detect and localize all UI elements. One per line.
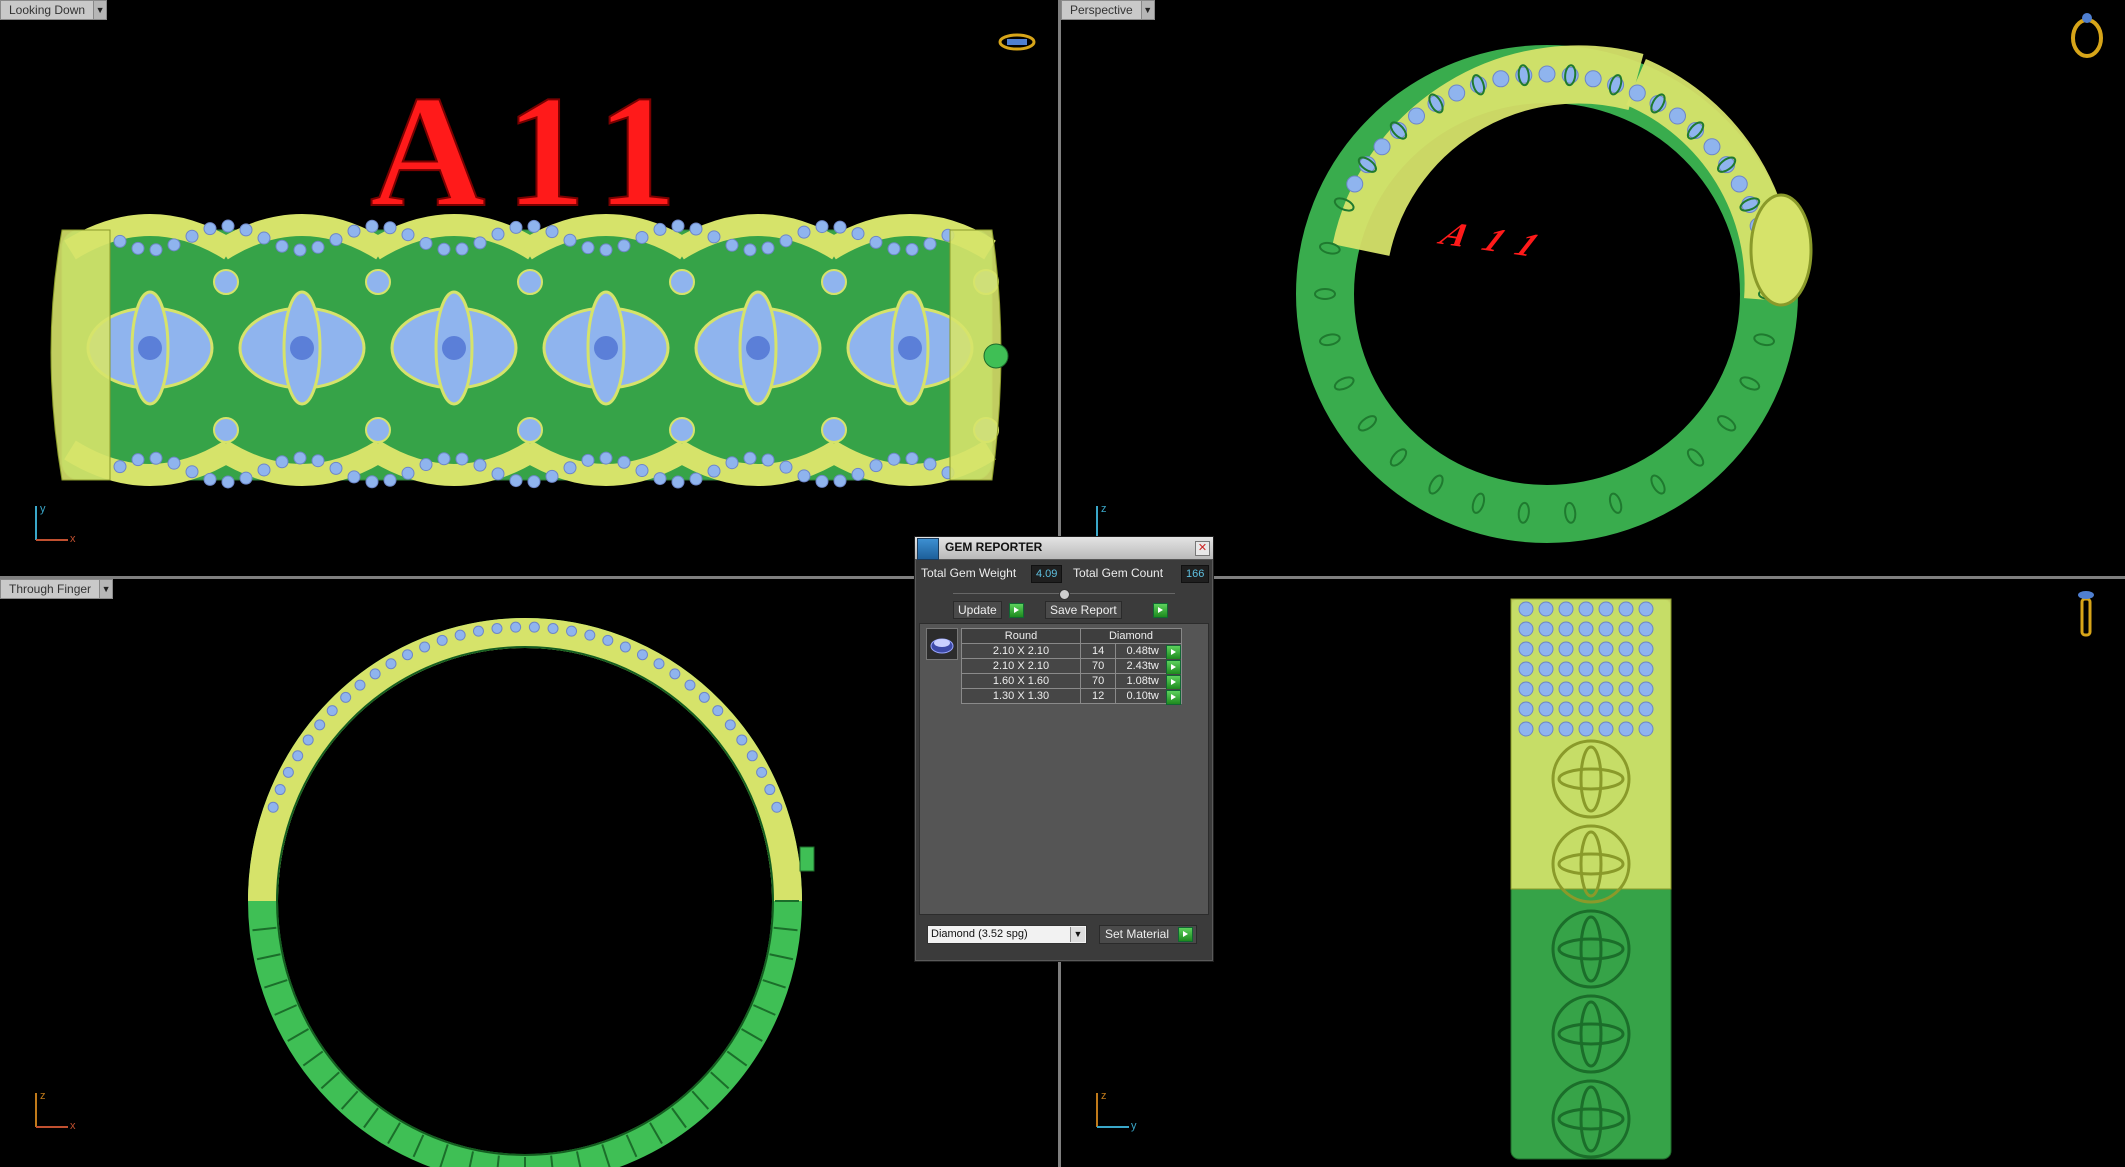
chevron-down-icon[interactable]: ▼: [99, 580, 113, 598]
axis-gizmo: z x: [35, 1090, 76, 1132]
save-report-go-icon[interactable]: [1153, 603, 1168, 618]
set-material-button[interactable]: Set Material: [1099, 925, 1198, 944]
total-count-label: Total Gem Count: [1073, 566, 1164, 580]
gem-list[interactable]: Round Diamond 2.10 X 2.10 14 0.48tw 2.10…: [919, 623, 1209, 915]
ring-side-view: z y: [1096, 598, 1672, 1160]
chevron-down-icon[interactable]: ▼: [1070, 927, 1085, 942]
column-header-shape[interactable]: Round: [961, 628, 1081, 644]
ring-perspective-icon[interactable]: [2067, 8, 2107, 60]
ring-front-view: z x: [35, 618, 815, 1167]
engraved-text: A11: [370, 62, 697, 240]
axis-gizmo: z y: [1096, 1090, 1137, 1132]
svg-text:y: y: [1131, 1120, 1137, 1132]
set-material-go-icon[interactable]: [1178, 927, 1194, 943]
viewport-through-finger[interactable]: z x Through Finger ▼: [0, 579, 1058, 1167]
viewport-label-perspective[interactable]: Perspective ▼: [1061, 0, 1155, 20]
svg-text:x: x: [70, 533, 76, 545]
viewport-perspective[interactable]: A11 z Perspective ▼: [1061, 0, 2125, 576]
svg-text:z: z: [1101, 1090, 1107, 1102]
report-slider-handle[interactable]: [1059, 589, 1070, 600]
row-go-icon[interactable]: [1166, 690, 1181, 705]
save-report-button[interactable]: Save Report: [1045, 601, 1122, 619]
ring-perspective-view: A11 z: [1096, 45, 1813, 543]
update-go-icon[interactable]: [1009, 603, 1024, 618]
table-row[interactable]: 1.60 X 1.60 70 1.08tw: [961, 673, 1182, 690]
ring-side-view-icon[interactable]: [2073, 589, 2099, 641]
total-weight-label: Total Gem Weight: [921, 566, 1017, 580]
ring-top-view: A11 y x: [35, 61, 1009, 545]
close-icon[interactable]: ✕: [1195, 541, 1210, 556]
table-row[interactable]: 2.10 X 2.10 70 2.43tw: [961, 658, 1182, 675]
material-select[interactable]: Diamond (3.52 spg) ▼: [927, 925, 1087, 944]
chevron-down-icon[interactable]: ▼: [1140, 1, 1154, 19]
table-row[interactable]: 2.10 X 2.10 14 0.48tw: [961, 643, 1182, 660]
gem-reporter-titlebar[interactable]: GEM REPORTER ✕: [915, 537, 1213, 560]
total-weight-value: 4.09: [1031, 565, 1063, 583]
gem-reporter-icon: [917, 538, 939, 560]
chevron-down-icon[interactable]: ▼: [93, 1, 107, 19]
ring-top-view-icon[interactable]: [997, 30, 1037, 54]
svg-text:y: y: [40, 503, 46, 515]
update-button[interactable]: Update: [953, 601, 1002, 619]
axis-gizmo: y x: [35, 503, 76, 545]
viewport-label-looking-down[interactable]: Looking Down ▼: [0, 0, 108, 20]
round-gem-icon: [926, 628, 958, 660]
viewport-side[interactable]: z y: [1061, 579, 2125, 1167]
total-count-value: 166: [1181, 565, 1210, 583]
svg-text:x: x: [70, 1120, 76, 1132]
gem-table: Round Diamond 2.10 X 2.10 14 0.48tw 2.10…: [961, 628, 1182, 705]
gem-reporter-panel[interactable]: GEM REPORTER ✕ Total Gem Weight 4.09 Tot…: [914, 536, 1214, 962]
viewport-looking-down[interactable]: A11 y x Looking Down ▼: [0, 0, 1058, 576]
svg-text:z: z: [1101, 503, 1107, 515]
column-header-material[interactable]: Diamond: [1080, 628, 1182, 644]
viewport-label-through-finger[interactable]: Through Finger ▼: [0, 579, 114, 599]
panel-title: GEM REPORTER: [945, 540, 1043, 554]
engraved-text: A11: [1431, 215, 1568, 265]
table-row[interactable]: 1.30 X 1.30 12 0.10tw: [961, 688, 1182, 705]
svg-text:z: z: [40, 1090, 46, 1102]
axis-gizmo: z: [1096, 503, 1107, 540]
